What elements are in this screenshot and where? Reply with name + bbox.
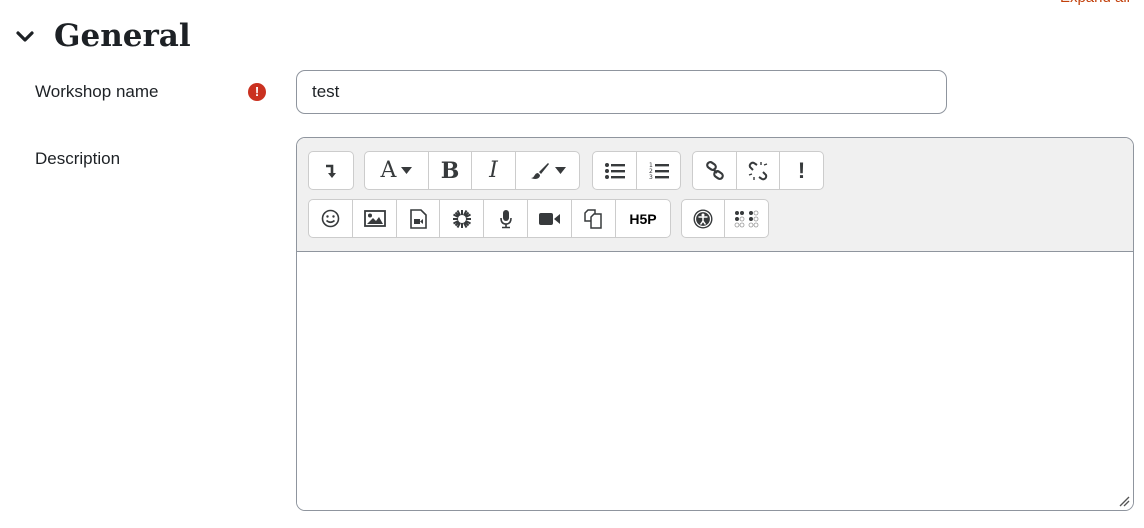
bold-icon: B [440,157,460,184]
chevron-down-icon[interactable] [14,25,36,47]
toolbar-group-style: A B I [364,151,580,190]
manage-files-button[interactable] [572,200,616,237]
toolbar-group-accessibility [681,199,769,238]
expand-all-link[interactable]: Expand all [1060,0,1130,6]
microphone-icon [499,209,513,229]
unordered-list-icon [604,162,625,179]
video-camera-icon [538,212,561,226]
unordered-list-button[interactable] [593,152,637,189]
editor-toolbar: A B I 12 3 ! H5P [297,138,1133,252]
image-button[interactable] [353,200,397,237]
recordrtc-button[interactable] [440,200,484,237]
description-content-area[interactable] [297,252,1133,510]
toolbar-group-list: 123 [592,151,681,190]
h5p-icon: H5P [629,210,657,227]
workshop-name-input[interactable] [296,70,947,114]
manage-files-warning-button[interactable]: ! [780,152,823,189]
show-more-buttons[interactable] [309,152,353,189]
toolbar-group-files: H5P [308,199,671,238]
asterisk-icon [452,209,472,229]
italic-icon: I [489,158,498,183]
record-audio-button[interactable] [484,200,528,237]
unlink-button[interactable] [737,152,780,189]
braille-icon [734,210,760,228]
screenreader-helper-button[interactable] [725,200,768,237]
section-title: General [54,18,191,54]
link-button[interactable] [693,152,737,189]
accessibility-checker-button[interactable] [682,200,725,237]
media-button[interactable] [397,200,440,237]
caret-down-icon [401,167,413,174]
resize-handle-icon[interactable] [1118,495,1130,507]
ordered-list-button[interactable]: 123 [637,152,680,189]
h5p-button[interactable]: H5P [616,200,670,237]
section-header-general[interactable]: General [14,18,191,54]
link-icon [705,160,725,181]
collapse-arrow-icon [324,162,338,180]
exclamation-icon: ! [797,157,806,183]
description-editor: A B I 12 3 ! H5P [296,137,1134,511]
svg-text:3: 3 [649,174,653,180]
font-style-icon: A [380,158,397,183]
font-color-button[interactable] [516,152,579,189]
image-icon [363,210,386,227]
accessibility-icon [693,209,713,229]
toolbar-group-collapse [308,151,354,190]
emoji-button[interactable] [309,200,353,237]
paintbrush-icon [530,162,550,180]
record-video-button[interactable] [528,200,572,237]
unlink-icon [748,161,768,181]
ordered-list-icon: 123 [649,162,669,180]
files-icon [583,208,604,229]
paragraph-styles-button[interactable]: A [365,152,429,189]
italic-button[interactable]: I [472,152,516,189]
caret-down-icon [554,167,566,174]
video-file-icon [409,208,427,229]
bold-button[interactable]: B [429,152,472,189]
required-icon: ! [248,83,266,101]
toolbar-group-links: ! [692,151,824,190]
workshop-name-label: Workshop name [35,82,159,101]
description-label: Description [35,149,121,168]
smiley-icon [321,209,340,228]
